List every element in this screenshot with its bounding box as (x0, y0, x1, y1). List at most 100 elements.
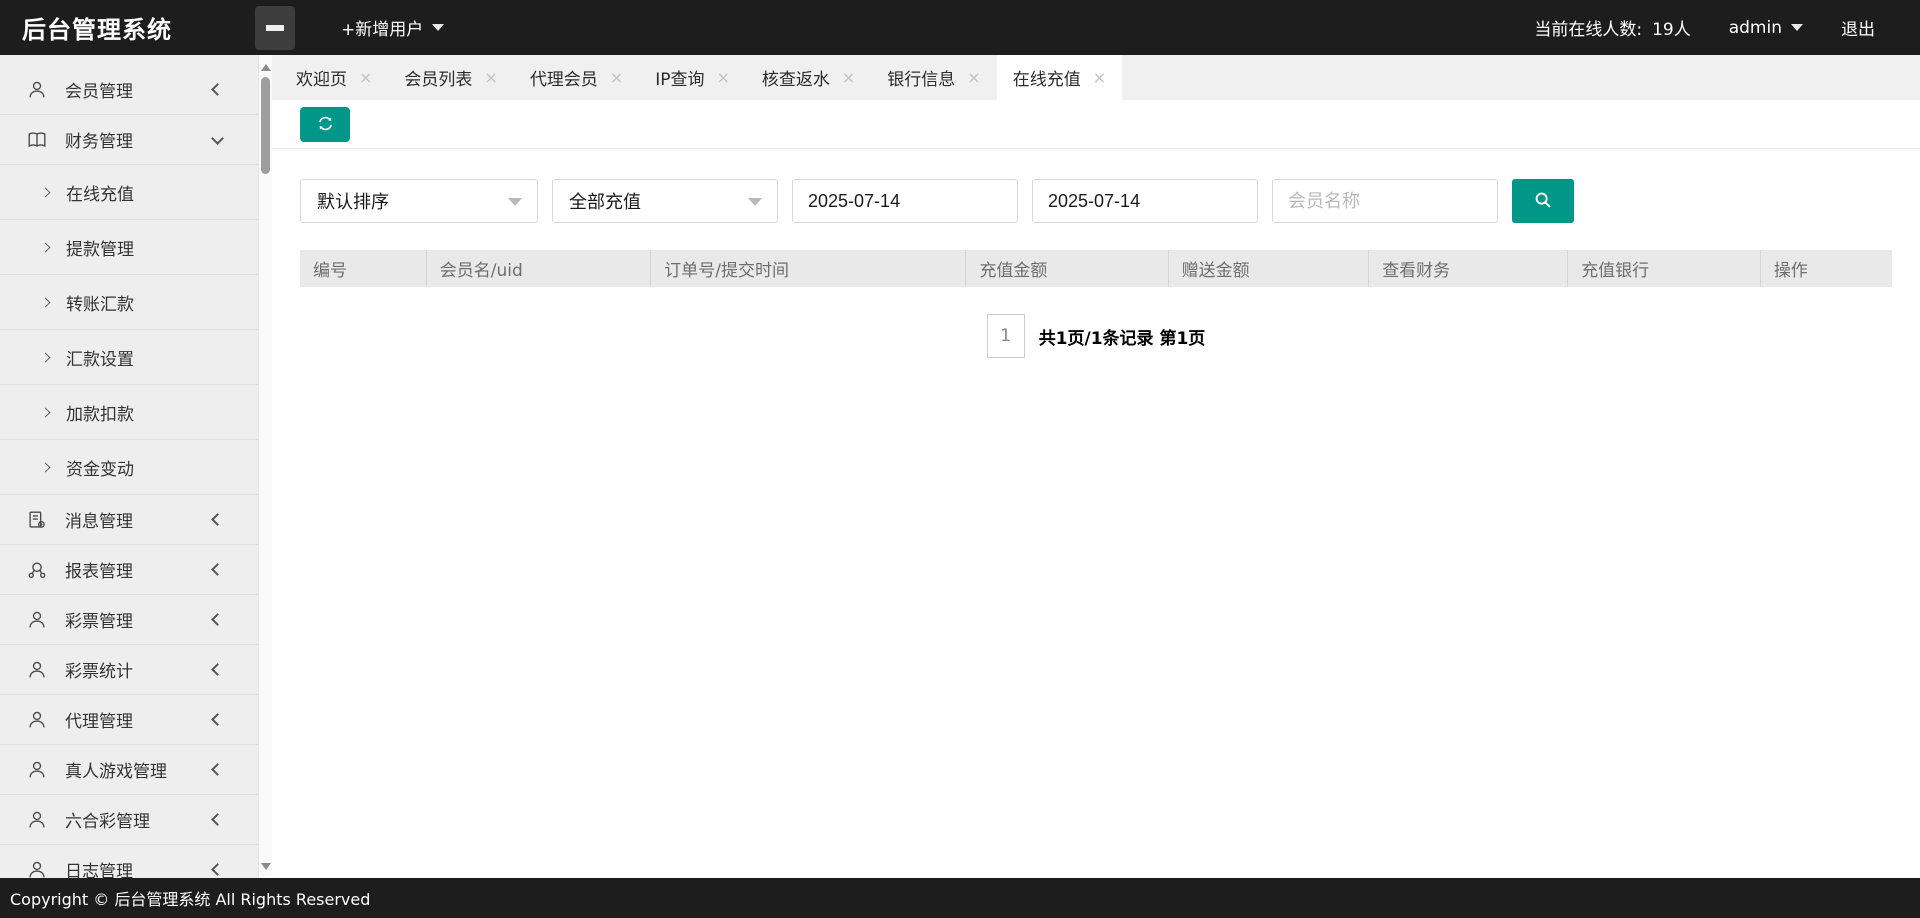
tab-label: 核查返水 (761, 70, 830, 90)
chevron-left-icon (211, 863, 224, 876)
sort-select[interactable]: 默认排序 (300, 179, 538, 223)
sidebar-subitem-label: 转账汇款 (66, 294, 134, 315)
date-from-input[interactable] (792, 179, 1018, 223)
online-count: 当前在线人数: 19人 (1534, 15, 1690, 40)
chevron-left-icon (211, 613, 224, 626)
tab-4[interactable]: 核查返水 × (746, 55, 871, 100)
sidebar-item-2[interactable]: 消息管理 (0, 495, 258, 545)
filter-bar: 默认排序 全部充值 (300, 179, 1892, 223)
close-icon[interactable]: × (967, 68, 980, 87)
column-header-4: 赠送金额 (1167, 250, 1369, 287)
member-name-input[interactable] (1272, 179, 1498, 223)
chevron-right-icon (40, 242, 51, 252)
sidebar-toggle-button[interactable] (255, 5, 295, 50)
sidebar-subitem-label: 汇款设置 (66, 349, 134, 370)
chevron-down-icon (1791, 24, 1803, 31)
recharge-type-select[interactable]: 全部充值 (552, 179, 778, 223)
sidebar-item-label: 真人游戏管理 (65, 762, 167, 782)
admin-username: admin (1728, 17, 1782, 38)
tab-0[interactable]: 欢迎页 × (280, 55, 388, 100)
close-icon[interactable]: × (1093, 68, 1106, 87)
chevron-left-icon (211, 663, 224, 676)
sidebar-item-label: 会员管理 (65, 82, 133, 102)
scrollbar-thumb[interactable] (261, 77, 270, 174)
close-icon[interactable]: × (484, 68, 497, 87)
column-header-5: 查看财务 (1368, 250, 1567, 287)
sidebar-item-8[interactable]: 六合彩管理 (0, 795, 258, 845)
scroll-up-icon[interactable] (260, 64, 271, 71)
pagination-summary: 共1页/1条记录 第1页 (1038, 328, 1206, 349)
logout-button[interactable]: 退出 (1841, 15, 1875, 40)
sidebar-menu: 会员管理财务管理在线充值提款管理转账汇款汇款设置加款扣款 资金变动 消息管理 报表管理… (0, 55, 258, 918)
sidebar-item-label: 彩票统计 (65, 662, 133, 682)
column-header-0: 编号 (313, 261, 347, 281)
tab-bar: 欢迎页 × 会员列表 × 代理会员 × IP查询 × 核查返水 × 银行信息 × 在线充值 × (272, 55, 1920, 100)
recharge-type-value: 全部充值 (569, 192, 641, 213)
sidebar-item-7[interactable]: 真人游戏管理 (0, 745, 258, 795)
online-count-value: 19人 (1652, 20, 1691, 40)
page-number-button[interactable]: 1 (986, 314, 1025, 358)
copyright-text: Copyright © 后台管理系统 All Rights Reserved (10, 890, 371, 909)
chevron-right-icon (40, 407, 51, 417)
sidebar-subitem-1-3[interactable]: 汇款设置 (0, 330, 258, 385)
footer: Copyright © 后台管理系统 All Rights Reserved (0, 878, 1920, 918)
close-icon[interactable]: × (610, 68, 623, 87)
tab-label: IP查询 (655, 70, 705, 90)
sidebar-item-6[interactable]: 代理管理 (0, 695, 258, 745)
chevron-down-icon (508, 198, 522, 206)
admin-user-dropdown[interactable]: admin (1729, 18, 1803, 38)
sidebar-subitem-1-4[interactable]: 加款扣款 (0, 385, 258, 440)
tab-label: 会员列表 (404, 70, 473, 90)
sidebar-item-label: 六合彩管理 (65, 812, 150, 832)
toolbar (272, 100, 1920, 149)
top-header: 后台管理系统 +新增用户 当前在线人数: 19人 admin 退出 (0, 0, 1920, 55)
app-window: 后台管理系统 +新增用户 当前在线人数: 19人 admin 退出 会员管理财务… (0, 0, 1920, 918)
new-user-label: +新增用户 (341, 20, 424, 40)
column-header-2: 订单号/提交时间 (650, 250, 965, 287)
sidebar-item-4[interactable]: 彩票管理 (0, 595, 258, 645)
user-icon (26, 658, 50, 682)
sidebar-subitem-1-0[interactable]: 在线充值 (0, 165, 258, 220)
chevron-right-icon (40, 297, 51, 307)
chevron-left-icon (211, 813, 224, 826)
sidebar-item-label: 彩票管理 (65, 612, 133, 632)
sidebar-subitem-1-1[interactable]: 提款管理 (0, 220, 258, 275)
app-title: 后台管理系统 (22, 16, 172, 44)
search-button[interactable] (1512, 179, 1574, 223)
tab-1[interactable]: 会员列表 × (388, 55, 513, 100)
sidebar-item-5[interactable]: 彩票统计 (0, 645, 258, 695)
new-user-dropdown[interactable]: +新增用户 (341, 15, 445, 40)
tab-6[interactable]: 在线充值 × (996, 55, 1123, 100)
chevron-right-icon (40, 352, 51, 362)
column-header-1: 会员名/uid (425, 250, 650, 287)
close-icon[interactable]: × (716, 68, 729, 87)
sidebar-item-1[interactable]: 财务管理 (0, 115, 258, 165)
chevron-left-icon (211, 763, 224, 776)
chevron-right-icon (40, 187, 51, 197)
tab-5[interactable]: 银行信息 × (871, 55, 996, 100)
sidebar-subitem-1-5[interactable]: 资金变动 (0, 440, 258, 495)
chevron-down-icon (748, 198, 762, 206)
close-icon[interactable]: × (359, 68, 372, 87)
sidebar-item-0[interactable]: 会员管理 (0, 65, 258, 115)
chevron-left-icon (211, 713, 224, 726)
tab-2[interactable]: 代理会员 × (514, 55, 639, 100)
scroll-down-icon[interactable] (260, 863, 271, 870)
sidebar-subitem-label: 在线充值 (66, 184, 134, 205)
message-icon (26, 508, 50, 532)
refresh-button[interactable] (300, 107, 350, 142)
refresh-icon (316, 114, 335, 136)
column-header-6: 充值银行 (1567, 250, 1760, 287)
hamburger-menu-icon (266, 24, 284, 31)
sidebar-subitem-1-2[interactable]: 转账汇款 (0, 275, 258, 330)
chevron-left-icon (211, 513, 224, 526)
date-to-input[interactable] (1032, 179, 1258, 223)
tab-3[interactable]: IP查询 × (639, 55, 746, 100)
column-header-3: 充值金额 (965, 250, 1167, 287)
chevron-left-icon (211, 563, 224, 576)
user-icon (26, 608, 50, 632)
close-icon[interactable]: × (842, 68, 855, 87)
sidebar-item-3[interactable]: 报表管理 (0, 545, 258, 595)
sidebar-scrollbar[interactable] (258, 55, 272, 918)
sidebar-subitem-label: 提款管理 (66, 239, 134, 260)
